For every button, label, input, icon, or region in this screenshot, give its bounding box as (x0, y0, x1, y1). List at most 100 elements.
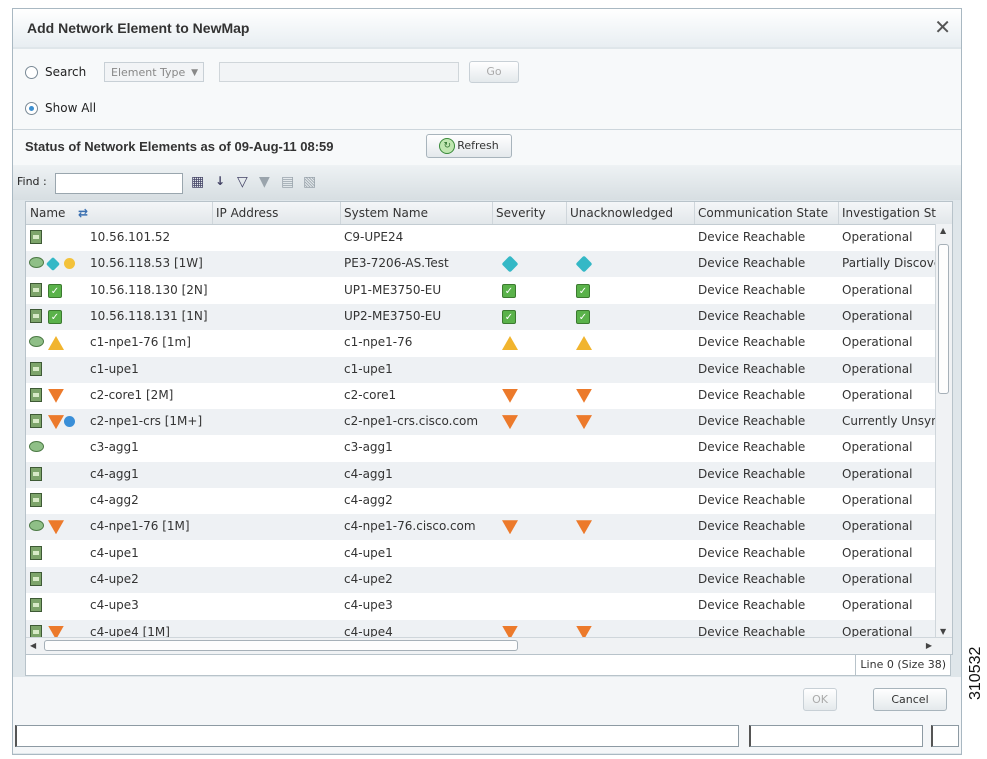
filter-clear-icon[interactable]: ▧ (303, 174, 316, 190)
scroll-down-icon[interactable]: ▼ (940, 627, 946, 636)
table-row[interactable]: c2-npe1-crs [1M+] c2-npe1-crs.cisco.com De… (26, 409, 936, 436)
cell-comm: Device Reachable (698, 361, 806, 376)
search-radio[interactable] (25, 66, 38, 79)
column-header[interactable]: IP Address (216, 206, 278, 220)
cell-name: c1-npe1-76 [1m] (90, 335, 191, 350)
table-row[interactable]: c3-agg1 c3-agg1 Device Reachable Operationa… (26, 435, 936, 461)
switch-icon (30, 387, 42, 402)
scroll-up-icon[interactable]: ▲ (940, 226, 946, 235)
cell-comm: Device Reachable (698, 230, 806, 244)
cell-system: c2-npe1-crs.cisco.com (344, 414, 479, 429)
sort-toggle-icon[interactable]: ⇄ (78, 206, 88, 220)
refresh-button[interactable]: ↻ Refresh (426, 134, 512, 158)
severity-info-icon (575, 255, 593, 273)
table-row[interactable]: c1-upe1 c1-upe1 Device Reachable Operationa… (26, 356, 936, 383)
cell-system: c4-npe1-76.cisco.com (344, 519, 476, 534)
filter-edit-icon[interactable]: ▼ (259, 174, 270, 190)
column-divider[interactable] (492, 202, 493, 224)
cell-name: 10.56.118.131 [1N] (90, 308, 208, 323)
export-icon[interactable]: ▤ (281, 174, 294, 190)
cell-comm: Device Reachable (698, 282, 806, 297)
router-icon (29, 257, 44, 269)
warning-circle-icon (64, 258, 75, 270)
figure-id: 310532 (967, 646, 984, 700)
column-divider[interactable] (694, 202, 695, 224)
column-header[interactable]: Investigation St (842, 206, 936, 220)
severity-major-icon (576, 520, 592, 535)
device-icon (30, 598, 42, 613)
search-panel: Search Element Type ▼ Go Show All (13, 49, 961, 129)
table-row[interactable]: c4-agg1 c4-agg1 Device Reachable Operationa… (26, 461, 936, 488)
router-icon (29, 520, 44, 532)
vertical-scroll-thumb[interactable] (938, 244, 949, 394)
table-footer: Line 0 (Size 38) (25, 654, 951, 676)
table-row[interactable]: c4-npe1-76 [1M] c4-npe1-76.cisco.com Devic… (26, 514, 936, 541)
refresh-icon: ↻ (439, 138, 456, 154)
severity-warning-icon (48, 336, 64, 351)
dialog-footer: OK Cancel (13, 677, 961, 753)
device-icon (30, 493, 42, 507)
router-icon (29, 441, 44, 453)
column-header[interactable]: Unacknowledged (570, 206, 673, 220)
cell-name: 10.56.118.53 [1W] (90, 256, 203, 271)
column-divider[interactable] (566, 202, 567, 224)
table-row[interactable]: ✓ 10.56.118.130 [2N] UP1-ME3750-EU Device R… (26, 278, 936, 304)
device-icon (30, 571, 42, 586)
severity-major-icon (576, 388, 592, 403)
horizontal-scrollbar[interactable]: ◀ ▶ (26, 637, 952, 654)
scroll-left-icon[interactable]: ◀ (30, 641, 36, 650)
find-input[interactable] (55, 173, 183, 194)
table-row[interactable]: c2-core1 [2M] c2-core1 Device Reachable Ope… (26, 383, 936, 409)
horizontal-scroll-thumb[interactable] (44, 640, 518, 651)
cell-inv: Operational (842, 519, 913, 534)
vertical-scrollbar[interactable]: ▲ ▼ (935, 224, 952, 638)
search-input[interactable] (219, 62, 459, 82)
table-row[interactable]: 10.56.101.52 C9-UPE24 Device Reachable Oper… (26, 225, 936, 251)
cell-name: c2-npe1-crs [1M+] (90, 414, 203, 429)
show-all-radio[interactable] (25, 102, 38, 115)
column-header[interactable]: Name (30, 206, 65, 220)
cell-name: c4-agg1 (90, 466, 139, 481)
cell-comm: Device Reachable (698, 414, 806, 429)
column-chooser-icon[interactable]: ▦ (191, 174, 204, 190)
cell-system: c2-core1 (344, 387, 397, 402)
column-header[interactable]: System Name (344, 206, 428, 220)
table-row[interactable]: ✓ 10.56.118.131 [1N] UP2-ME3750-EU Device R… (26, 303, 936, 330)
table-row[interactable]: c4-upe2 c4-upe2 Device Reachable Operationa… (26, 566, 936, 593)
ok-button[interactable]: OK (803, 688, 837, 711)
cell-system: c4-agg1 (344, 466, 393, 481)
go-button[interactable]: Go (469, 61, 519, 83)
cell-comm: Device Reachable (698, 493, 806, 507)
cell-system: c1-upe1 (344, 361, 393, 376)
filter-icon[interactable]: ▽ (237, 174, 248, 190)
severity-cleared-icon: ✓ (502, 309, 516, 324)
severity-major-icon (48, 388, 64, 403)
info-circle-icon (64, 416, 75, 428)
column-header[interactable]: Communication State (698, 206, 828, 220)
column-header[interactable]: Severity (496, 206, 546, 220)
table-row[interactable]: c4-upe1 c4-upe1 Device Reachable Operationa… (26, 541, 936, 567)
status-field-small (931, 725, 959, 747)
sort-icon[interactable]: ↓ (215, 174, 225, 188)
cancel-button[interactable]: Cancel (873, 688, 947, 711)
find-toolbar: Find : ▦ ↓ ▽ ▼ ▤ ▧ (13, 165, 961, 200)
cell-name: 10.56.118.130 [2N] (90, 282, 208, 297)
cell-name: c4-upe2 (90, 571, 139, 586)
device-icon (30, 466, 42, 481)
table-row[interactable]: c1-npe1-76 [1m] c1-npe1-76 Device Reachabl… (26, 330, 936, 356)
severity-major-icon (48, 520, 64, 535)
table-row[interactable]: c4-upe3 c4-upe3 Device Reachable Operationa… (26, 593, 936, 619)
severity-warning-icon (502, 336, 518, 351)
column-divider[interactable] (838, 202, 839, 224)
column-divider[interactable] (340, 202, 341, 224)
element-type-dropdown[interactable]: Element Type ▼ (104, 62, 204, 82)
title-bar: Add Network Element to NewMap ✕ (13, 9, 961, 47)
column-divider[interactable] (212, 202, 213, 224)
table-row[interactable]: c4-agg2 c4-agg2 Device Reachable Operationa… (26, 488, 936, 514)
scroll-right-icon[interactable]: ▶ (926, 641, 932, 650)
find-label: Find : (17, 175, 47, 188)
cell-system: UP1-ME3750-EU (344, 282, 442, 297)
close-icon[interactable]: ✕ (934, 15, 951, 39)
cell-inv: Operational (842, 230, 913, 244)
table-row[interactable]: 10.56.118.53 [1W] PE3-7206-AS.Test Device … (26, 251, 936, 278)
